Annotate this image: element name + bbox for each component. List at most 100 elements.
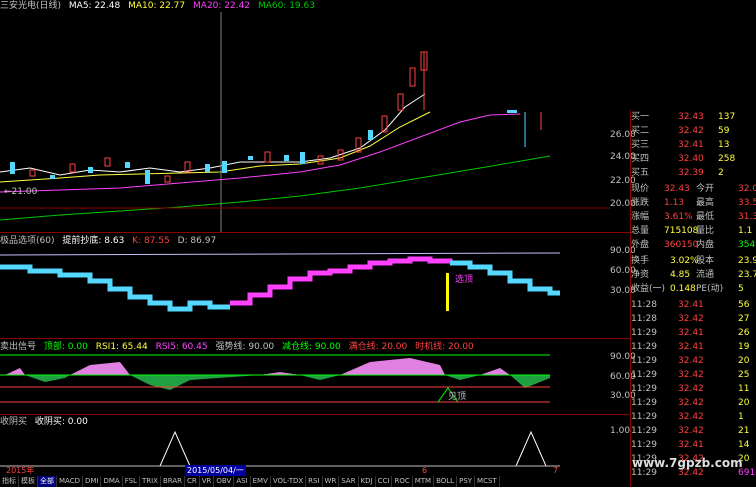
tick-volume: 25	[738, 370, 750, 380]
tick-row[interactable]: 11:29 32.42 1	[630, 410, 756, 424]
quote-row[interactable]: 涨跌 1.13 最高 33.5	[630, 196, 756, 210]
tick-row[interactable]: 11:29 32.42 11	[630, 382, 756, 396]
tab-dmi[interactable]: DMI	[83, 476, 102, 487]
tab-cci[interactable]: CCI	[376, 476, 393, 487]
ind3-value: 收阴买: 0.00	[34, 417, 88, 427]
quote-row[interactable]: 涨幅 3.61% 最低 31.3	[630, 210, 756, 224]
tab-vr[interactable]: VR	[200, 476, 215, 487]
ma5-label: MA5: 22.48	[68, 1, 121, 11]
tab-asi[interactable]: ASI	[234, 476, 251, 487]
tab-cr[interactable]: CR	[185, 476, 200, 487]
tick-time: 11:29	[631, 342, 657, 352]
tab-fsl[interactable]: FSL	[123, 476, 140, 487]
tick-time: 11:29	[631, 370, 657, 380]
order-price: 32.40	[678, 154, 704, 164]
tick-row[interactable]: 11:29 32.41 26	[630, 326, 756, 340]
stat-row[interactable]: 收益(一) 0.148 PE(动) 5	[630, 282, 756, 296]
quote-label: 外盘	[631, 240, 650, 250]
tick-price: 32.41	[678, 328, 704, 338]
tab-kdj[interactable]: KDJ	[359, 476, 376, 487]
ind3-chart[interactable]	[0, 428, 610, 468]
stat-row[interactable]: 换手 3.02% 股本 23.9	[630, 254, 756, 268]
stat-value: 4.85	[670, 270, 691, 280]
tick-volume: 56	[738, 300, 750, 310]
order-label: 买三	[631, 140, 650, 150]
ind1-chart[interactable]	[0, 245, 610, 335]
tick-volume: 26	[738, 328, 750, 338]
tab-mcst[interactable]: MCST	[475, 476, 500, 487]
tick-row[interactable]: 11:28 32.42 27	[630, 312, 756, 326]
order-book-row[interactable]: 买四 32.40 258	[630, 152, 756, 166]
ind1-magenta-steps	[230, 256, 453, 306]
ind2-green-area	[25, 375, 550, 390]
tab-dma[interactable]: DMA	[101, 476, 123, 487]
ind3-title: 收阴买	[0, 417, 28, 427]
quote-row[interactable]: 现价 32.43 今开 32.0	[630, 182, 756, 196]
low-price-marker: ←21.00	[4, 187, 38, 197]
tab-psy[interactable]: PSY	[457, 476, 476, 487]
order-book-row[interactable]: 买五 32.39 2	[630, 166, 756, 180]
tab-brar[interactable]: BRAR	[161, 476, 185, 487]
tick-time: 11:28	[631, 300, 657, 310]
quote-value-2: 31.3	[738, 212, 756, 222]
ind2-chart[interactable]	[0, 350, 610, 412]
order-volume: 59	[718, 126, 730, 136]
order-volume: 258	[718, 154, 736, 164]
quote-row[interactable]: 外盘 360150内盘 35495	[630, 238, 756, 252]
tick-price: 32.42	[678, 384, 704, 394]
tab-macd[interactable]: MACD	[57, 476, 83, 487]
quote-value: 32.43	[664, 184, 690, 194]
tab-rsi[interactable]: RSI	[306, 476, 323, 487]
tab-emv[interactable]: EMV	[251, 476, 271, 487]
ma20-line	[0, 113, 521, 193]
tick-price: 32.42	[678, 412, 704, 422]
tab-mtm[interactable]: MTM	[413, 476, 435, 487]
tick-row[interactable]: 11:29 32.42 20	[630, 396, 756, 410]
quote-label: 涨幅	[631, 212, 650, 222]
ind3-signal-2	[515, 430, 547, 467]
tab-sar[interactable]: SAR	[339, 476, 359, 487]
tick-volume: 11	[738, 384, 750, 394]
ind3-signal-1	[159, 430, 191, 467]
tick-row[interactable]: 11:29 32.42 21	[630, 424, 756, 438]
tab-vol-tdx[interactable]: VOL-TDX	[271, 476, 307, 487]
tick-price: 32.41	[678, 342, 704, 352]
order-volume: 2	[718, 168, 724, 178]
tick-row[interactable]: 11:29 32.42 20	[630, 354, 756, 368]
stat-label-2: PE(动)	[696, 284, 724, 294]
tick-row[interactable]: 11:29 32.41 19	[630, 340, 756, 354]
timeline-month-7: 7	[553, 466, 559, 475]
quote-value: 360150	[664, 240, 699, 250]
stat-label-2: 流通	[696, 270, 715, 280]
tab-全部[interactable]: 全部	[38, 476, 57, 487]
quote-row[interactable]: 总量 715108 量比 1.1	[630, 224, 756, 238]
tick-volume: 21	[738, 426, 750, 436]
tick-row[interactable]: 11:28 32.41 56	[630, 298, 756, 312]
tick-time: 11:29	[631, 440, 657, 450]
tick-price: 32.42	[678, 356, 704, 366]
order-book-row[interactable]: 买三 32.41 13	[630, 138, 756, 152]
tick-row[interactable]: 11:29 32.41 14	[630, 438, 756, 452]
ma5-line	[0, 93, 426, 176]
timeline-year: 2015年	[6, 466, 35, 475]
tab-boll[interactable]: BOLL	[434, 476, 458, 487]
stat-row[interactable]: 净资 4.85 流通 23.7	[630, 268, 756, 282]
stat-label: 净资	[631, 270, 650, 280]
ind1-signal-bar	[446, 273, 449, 311]
tab-roc[interactable]: ROC	[392, 476, 413, 487]
tab-指标[interactable]: 指标	[0, 476, 19, 487]
tab-模板[interactable]: 模板	[19, 476, 38, 487]
order-book-row[interactable]: 买一 32.43 137	[630, 110, 756, 124]
order-book-row[interactable]: 买二 32.42 59	[630, 124, 756, 138]
quote-value-2: 1.1	[738, 226, 753, 236]
tick-volume: 14	[738, 440, 750, 450]
candlestick-chart[interactable]	[0, 12, 610, 232]
tick-price: 32.42	[678, 314, 704, 324]
tab-obv[interactable]: OBV	[214, 476, 235, 487]
tab-trix[interactable]: TRIX	[140, 476, 161, 487]
tick-volume: 19	[738, 342, 750, 352]
tick-row[interactable]: 11:29 32.42 25	[630, 368, 756, 382]
candles	[10, 51, 542, 184]
timeline-month-6: 6	[422, 466, 428, 475]
tab-wr[interactable]: WR	[323, 476, 340, 487]
